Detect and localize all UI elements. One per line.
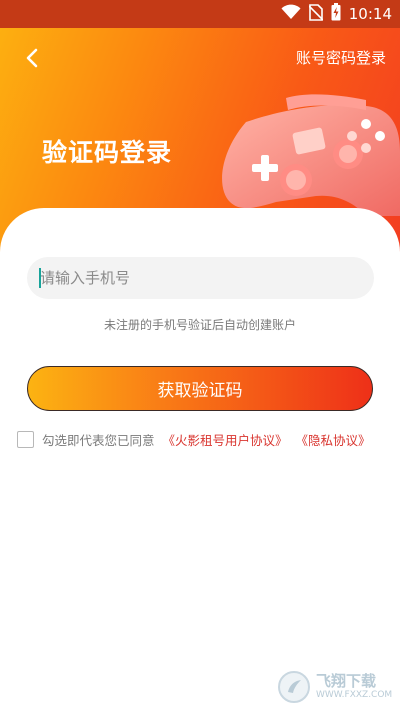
phone-input[interactable] [27,257,374,299]
watermark: 飞翔下载 WWW.FXXZ.COM [278,665,396,709]
gamepad-icon [216,92,400,216]
password-login-link[interactable]: 账号密码登录 [296,47,386,68]
agreement-checkbox[interactable] [17,430,34,448]
agreement-row: 勾选即代表您已同意 《火影租号用户协议》 《隐私协议》 [17,430,371,448]
get-code-button[interactable]: 获取验证码 [27,366,373,411]
back-arrow-icon [26,48,38,68]
page-title: 验证码登录 [42,138,173,167]
status-time: 10:14 [348,5,392,23]
privacy-policy-link[interactable]: 《隐私协议》 [296,430,371,449]
watermark-title: 飞翔下载 [316,672,377,690]
user-agreement-link[interactable]: 《火影租号用户协议》 [163,430,288,449]
wifi-icon [281,4,301,24]
text-caret [39,268,41,288]
agreement-text: 勾选即代表您已同意 [42,432,155,448]
no-sim-icon [308,3,324,25]
back-button[interactable] [18,44,46,72]
status-bar: 10:14 [0,0,400,28]
watermark-logo-icon [278,671,310,703]
watermark-url: WWW.FXXZ.COM [316,690,393,700]
auto-register-hint: 未注册的手机号验证后自动创建账户 [103,318,296,332]
battery-charging-icon [331,3,341,25]
